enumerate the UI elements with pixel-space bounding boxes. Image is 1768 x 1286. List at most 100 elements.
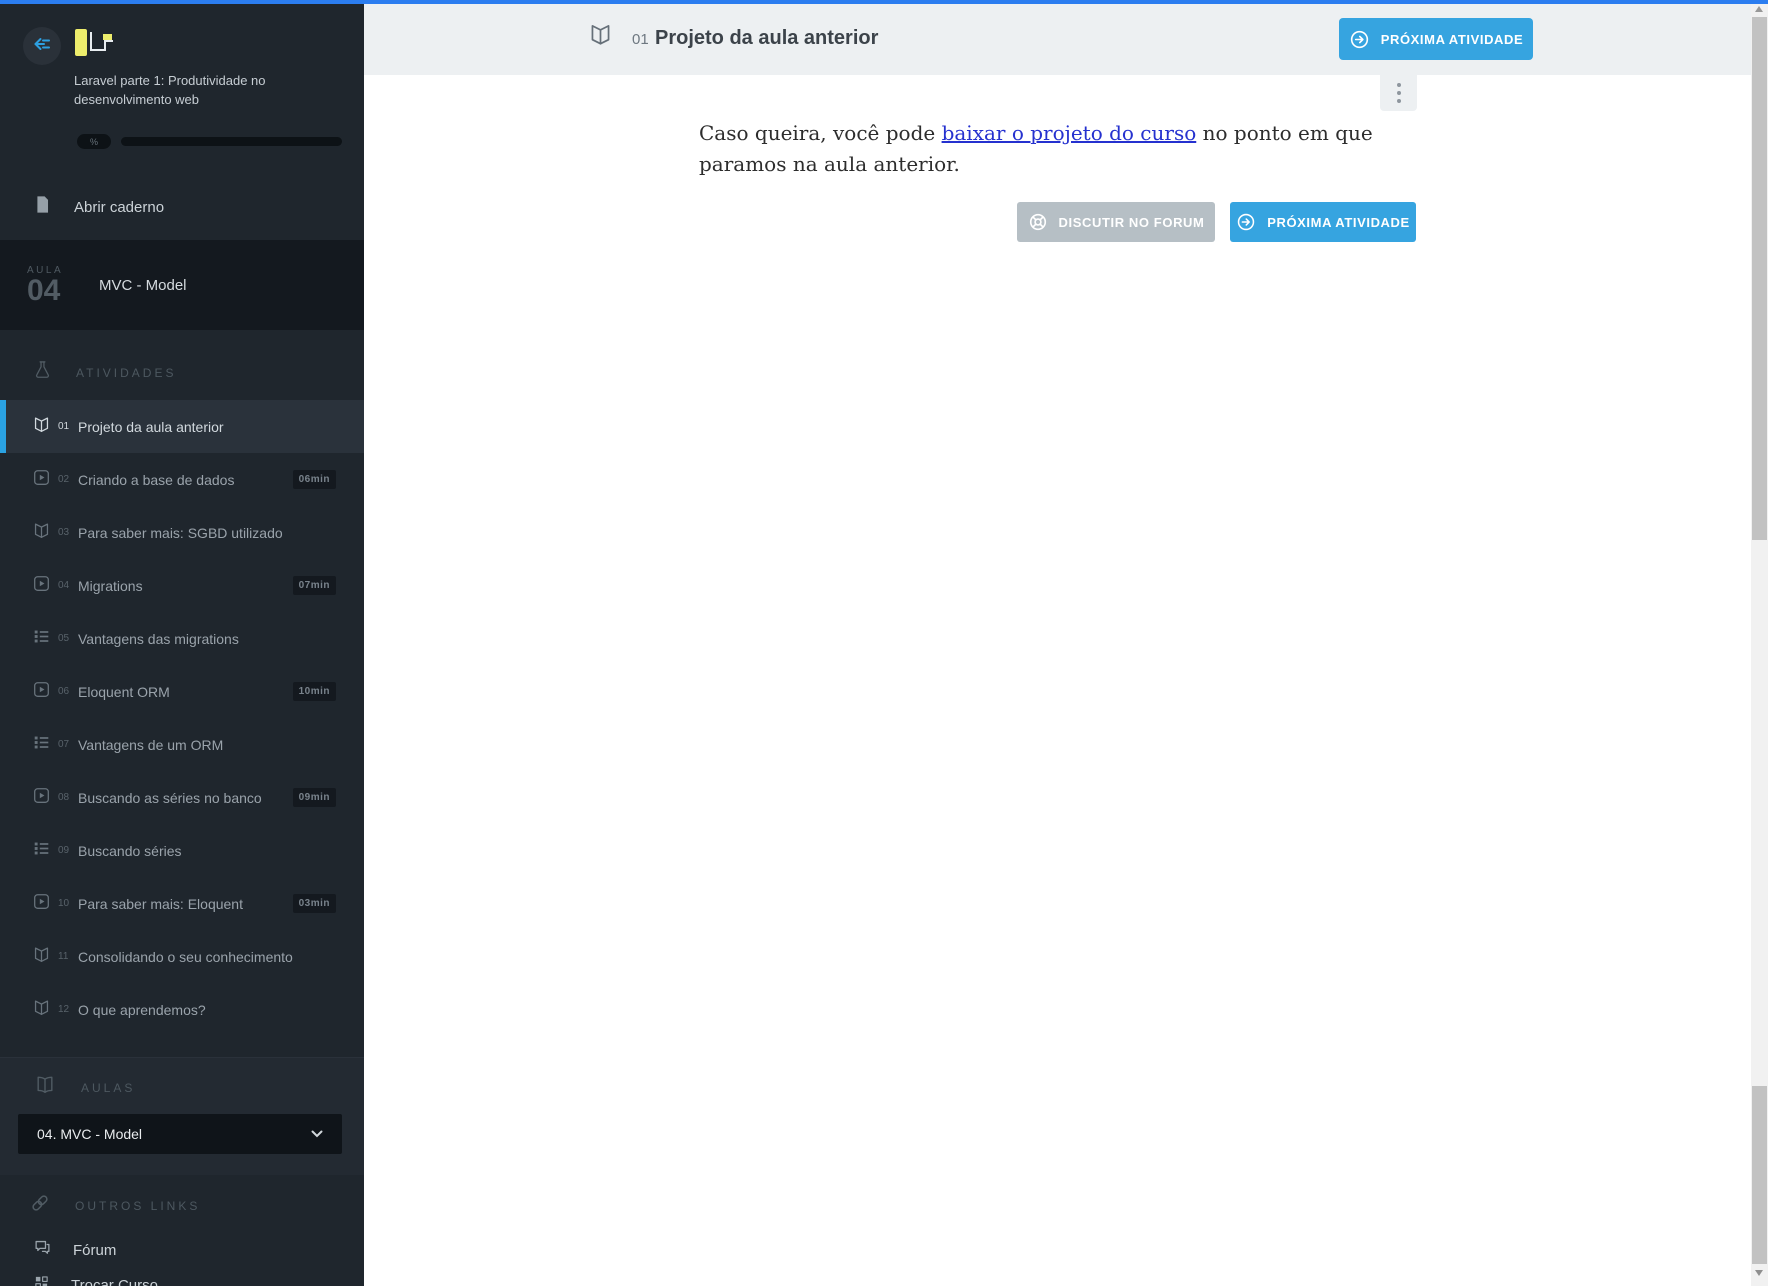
lessons-section: AULAS 04. MVC - Model [0,1057,364,1175]
activity-number: 02 [58,474,70,485]
activity-label: Migrations [78,577,143,594]
back-icon [31,33,53,60]
other-links-header-label: OUTROS LINKS [75,1198,201,1213]
lifebuoy-icon [1028,212,1048,232]
activity-label: Buscando séries [78,842,182,859]
activity-number: 08 [58,792,70,803]
activity-item[interactable]: 12 O que aprendemos? [0,983,364,1036]
exercise-icon [33,840,50,862]
progress-percent-badge: % [77,134,111,149]
activity-number: 06 [58,686,70,697]
exercise-icon [33,628,50,650]
activity-item[interactable]: 11 Consolidando o seu conhecimento [0,930,364,983]
forum-link[interactable]: Fórum [34,1239,364,1261]
next-activity-button-header[interactable]: PRÓXIMA ATIVIDADE [1339,18,1533,60]
duration-badge: 09min [292,788,336,807]
current-lesson-block: AULA 04 MVC - Model [0,240,364,330]
chain-link-icon [30,1193,50,1218]
scroll-up-icon[interactable] [1755,6,1763,12]
course-header: Laravel parte 1: Produtividade no desenv… [0,0,364,109]
activity-number: 09 [58,845,70,856]
next-activity-button-content[interactable]: PRÓXIMA ATIVIDADE [1230,202,1416,242]
discuss-forum-label: DISCUTIR NO FORUM [1058,214,1205,230]
reading-icon [33,522,50,544]
lessons-section-header: AULAS [34,1075,364,1100]
activity-header-number: 01 [632,31,649,48]
activity-header-bar: 01 Projeto da aula anterior PRÓXIMA ATIV… [364,4,1751,75]
next-activity-label: PRÓXIMA ATIVIDADE [1267,214,1410,230]
activity-item[interactable]: 03 Para saber mais: SGBD utilizado [0,506,364,559]
progress-bar [121,137,342,146]
activity-label: Criando a base de dados [78,471,235,488]
activity-item[interactable]: 02 Criando a base de dados 06min [0,453,364,506]
flask-icon [34,360,51,385]
exercise-icon [33,734,50,756]
vertical-scrollbar [1751,0,1768,1286]
activity-item[interactable]: 09 Buscando séries [0,824,364,877]
activities-section-header: ATIVIDADES [34,360,364,385]
kebab-icon [1396,83,1401,88]
activity-label: Eloquent ORM [78,683,170,700]
activity-number: 11 [58,951,69,962]
circle-arrow-icon [1236,212,1256,232]
activities-list: 01 Projeto da aula anterior 02 Criando a… [0,400,364,1036]
activity-number: 10 [58,898,70,909]
reading-icon [33,416,50,438]
main-content: 01 Projeto da aula anterior PRÓXIMA ATIV… [364,0,1751,1286]
activity-item[interactable]: 08 Buscando as séries no banco 09min [0,771,364,824]
activity-number: 04 [58,580,70,591]
activity-number: 07 [58,739,70,750]
video-icon [33,681,50,703]
other-links-header: OUTROS LINKS [30,1193,364,1218]
lesson-number: 04 [27,273,61,307]
scrollbar-thumb-lower[interactable] [1752,1086,1767,1264]
open-notebook-button[interactable]: Abrir caderno [34,195,364,219]
open-notebook-label: Abrir caderno [74,198,165,216]
duration-badge: 03min [292,894,336,913]
activity-number: 01 [58,421,70,432]
other-links-section: OUTROS LINKS Fórum Trocar Curso [0,1193,364,1286]
activity-item[interactable]: 10 Para saber mais: Eloquent 03min [0,877,364,930]
duration-badge: 06min [292,470,336,489]
switch-course-link[interactable]: Trocar Curso [34,1275,364,1286]
collapse-sidebar-button[interactable] [23,27,61,65]
switch-course-label: Trocar Curso [71,1276,158,1286]
duration-badge: 10min [292,682,336,701]
scrollbar-thumb[interactable] [1752,17,1767,540]
activity-label: Vantagens de um ORM [78,736,224,753]
activities-header-label: ATIVIDADES [76,365,177,380]
activity-label: Consolidando o seu conhecimento [78,948,293,965]
lesson-dropdown-value: 04. MVC - Model [37,1126,143,1142]
next-activity-label: PRÓXIMA ATIVIDADE [1380,31,1524,47]
circle-arrow-icon [1349,29,1370,50]
chevron-down-icon [311,1125,323,1143]
activity-label: Vantagens das migrations [78,630,239,647]
activity-item[interactable]: 01 Projeto da aula anterior [0,400,364,453]
duration-badge: 07min [292,576,336,595]
activity-label: O que aprendemos? [78,1001,206,1018]
course-title: Laravel parte 1: Produtividade no desenv… [74,73,266,107]
activity-label: Para saber mais: SGBD utilizado [78,524,283,541]
video-icon [33,469,50,491]
activity-number: 12 [58,1004,70,1015]
course-branding: Laravel parte 1: Produtividade no desenv… [74,27,284,109]
scroll-down-icon[interactable] [1755,1270,1763,1276]
course-progress: % [77,134,342,149]
download-project-link[interactable]: baixar o projeto do curso [942,121,1197,145]
sidebar: Laravel parte 1: Produtividade no desenv… [0,0,364,1286]
activity-item[interactable]: 06 Eloquent ORM 10min [0,665,364,718]
video-icon [33,787,50,809]
kebab-menu-button[interactable] [1380,75,1417,111]
course-logo [74,29,116,63]
discuss-forum-button[interactable]: DISCUTIR NO FORUM [1017,202,1215,242]
reading-icon [33,999,50,1021]
activity-item[interactable]: 07 Vantagens de um ORM [0,718,364,771]
activity-item[interactable]: 04 Migrations 07min [0,559,364,612]
video-icon [33,893,50,915]
activity-label: Para saber mais: Eloquent [78,895,243,912]
lesson-dropdown[interactable]: 04. MVC - Model [18,1114,342,1154]
lesson-title: MVC - Model [99,276,187,294]
top-accent-border [0,0,1768,4]
activity-item[interactable]: 05 Vantagens das migrations [0,612,364,665]
reading-icon [33,946,50,968]
